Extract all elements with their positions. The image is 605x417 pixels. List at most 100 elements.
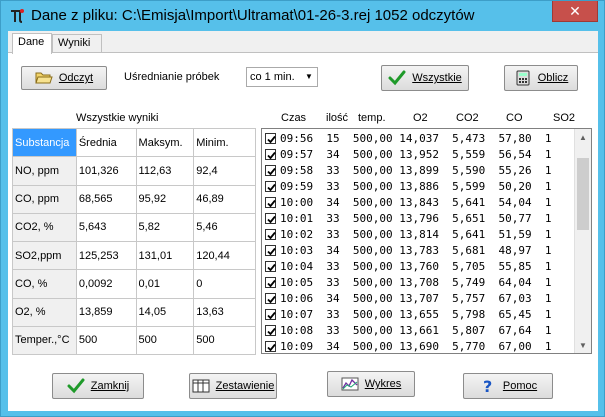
scroll-down-icon[interactable]: ▼ [575,337,591,353]
table-cell[interactable]: NO, ppm [12,156,77,186]
table-cell[interactable]: 92,4 [193,156,256,186]
table-cell[interactable]: 0,01 [135,269,195,299]
list-item[interactable]: 09:59 33 500,00 13,886 5,599 50,20 1 [264,179,574,195]
table-icon [192,378,210,394]
summary-button[interactable]: Zestawienie [189,373,277,399]
table-cell[interactable]: 46,89 [193,184,256,214]
table-cell[interactable]: CO2, % [12,212,77,243]
list-item[interactable]: 09:56 15 500,00 14,037 5,473 57,80 1 [264,131,574,147]
close-window-button[interactable]: ✕ [552,1,598,22]
table-cell[interactable]: 120,44 [193,240,256,271]
list-item-text: 10:09 34 500,00 13,690 5,770 67,00 1 [280,340,552,353]
list-item-text: 10:06 34 500,00 13,707 5,757 67,03 1 [280,292,552,305]
list-item[interactable]: 10:08 33 500,00 13,661 5,807 67,64 1 [264,323,574,339]
list-item-text: 09:58 33 500,00 13,899 5,590 55,26 1 [280,164,552,177]
row-checkbox[interactable] [265,149,276,160]
table-cell[interactable]: 0 [193,269,256,299]
list-item[interactable]: 10:09 34 500,00 13,690 5,770 67,00 1 [264,339,574,353]
table-cell[interactable]: O2, % [12,297,77,327]
list-item-text: 10:05 33 500,00 13,708 5,749 64,04 1 [280,276,552,289]
row-checkbox[interactable] [265,325,276,336]
averaging-select-value: co 1 min. [250,71,295,83]
summary-header-cell[interactable]: Minim. [193,127,256,158]
table-cell[interactable]: 125,253 [75,240,137,271]
row-checkbox[interactable] [265,181,276,192]
summary-grid[interactable]: Substancja Średnia Maksym. Minim. NO, pp… [12,127,256,356]
readings-scrollbar[interactable]: ▲ ▼ [574,129,591,353]
tab-wyniki[interactable]: Wyniki [52,34,102,53]
open-button[interactable]: Odczyt [21,66,107,90]
list-item[interactable]: 10:06 34 500,00 13,707 5,757 67,03 1 [264,291,574,307]
table-cell[interactable]: 101,326 [75,156,137,186]
list-item[interactable]: 09:58 33 500,00 13,899 5,590 55,26 1 [264,163,574,179]
summary-header-cell[interactable]: Średnia [75,127,137,158]
select-all-button[interactable]: Wszystkie [381,65,469,91]
row-checkbox[interactable] [265,261,276,272]
row-checkbox[interactable] [265,133,276,144]
list-item[interactable]: 10:04 33 500,00 13,760 5,705 55,85 1 [264,259,574,275]
table-cell[interactable]: 500 [193,325,256,356]
table-cell[interactable]: 112,63 [135,156,195,186]
scroll-up-icon[interactable]: ▲ [575,129,591,145]
scroll-thumb[interactable] [577,157,589,230]
list-item-text: 09:56 15 500,00 14,037 5,473 57,80 1 [280,132,552,145]
folder-open-icon [35,70,53,86]
row-checkbox[interactable] [265,165,276,176]
list-item[interactable]: 10:07 33 500,00 13,655 5,798 65,45 1 [264,307,574,323]
list-item[interactable]: 10:05 33 500,00 13,708 5,749 64,04 1 [264,275,574,291]
calculate-button[interactable]: Oblicz [504,65,578,91]
chart-icon [341,376,359,392]
table-cell[interactable]: 5,82 [135,212,195,243]
table-row: CO, % 0,0092 0,01 0 [12,269,256,299]
checkmark-icon [388,70,406,86]
col-header-co2: CO2 [456,112,479,124]
row-checkbox[interactable] [265,229,276,240]
table-row: NO, ppm 101,326 112,63 92,4 [12,156,256,186]
table-cell[interactable]: 0,0092 [75,269,137,299]
col-header-czas: Czas [281,112,307,124]
table-row: CO2, % 5,643 5,82 5,46 [12,212,256,243]
row-checkbox[interactable] [265,245,276,256]
table-cell[interactable]: 14,05 [135,297,195,327]
list-item-text: 10:01 33 500,00 13,796 5,651 50,77 1 [280,212,552,225]
title-bar[interactable]: Dane z pliku: C:\Emisja\Import\Ultramat\… [1,1,604,31]
list-item[interactable]: 10:00 34 500,00 13,843 5,641 54,04 1 [264,195,574,211]
list-item[interactable]: 09:57 34 500,00 13,952 5,559 56,54 1 [264,147,574,163]
row-checkbox[interactable] [265,213,276,224]
table-cell[interactable]: CO, ppm [12,184,77,214]
close-button[interactable]: Zamknij [52,373,144,399]
row-checkbox[interactable] [265,293,276,304]
row-checkbox[interactable] [265,197,276,208]
table-cell[interactable]: 68,565 [75,184,137,214]
row-checkbox[interactable] [265,277,276,288]
list-item[interactable]: 10:02 33 500,00 13,814 5,641 51,59 1 [264,227,574,243]
table-cell[interactable]: SO2,ppm [12,240,77,271]
list-item[interactable]: 10:01 33 500,00 13,796 5,651 50,77 1 [264,211,574,227]
table-cell[interactable]: 500 [75,325,137,356]
chevron-down-icon[interactable]: ▼ [301,68,317,86]
summary-caption: Wszystkie wyniki [76,112,159,124]
table-cell[interactable]: 131,01 [135,240,195,271]
table-cell[interactable]: Temper.,°C [12,325,77,356]
col-header-co: CO [506,112,523,124]
averaging-select[interactable]: co 1 min. ▼ [246,67,318,87]
table-cell[interactable]: 500 [135,325,195,356]
table-cell[interactable]: CO, % [12,269,77,299]
help-button[interactable]: ? Pomoc [463,373,553,399]
table-cell[interactable]: 95,92 [135,184,195,214]
summary-header-cell[interactable]: Maksym. [135,127,195,158]
list-item[interactable]: 10:03 34 500,00 13,783 5,681 48,97 1 [264,243,574,259]
table-cell[interactable]: 5,46 [193,212,256,243]
table-cell[interactable]: 5,643 [75,212,137,243]
table-cell[interactable]: 13,859 [75,297,137,327]
chart-button[interactable]: Wykres [327,371,415,397]
row-checkbox[interactable] [265,309,276,320]
readings-list[interactable]: 09:56 15 500,00 14,037 5,473 57,80 1 09:5… [261,128,592,354]
row-checkbox[interactable] [265,341,276,352]
tab-dane[interactable]: Dane [12,33,52,54]
list-item-text: 09:57 34 500,00 13,952 5,559 56,54 1 [280,148,552,161]
table-cell[interactable]: 13,63 [193,297,256,327]
select-all-button-label: Wszystkie [412,72,462,84]
col-header-o2: O2 [413,112,428,124]
summary-header-cell[interactable]: Substancja [12,127,77,158]
